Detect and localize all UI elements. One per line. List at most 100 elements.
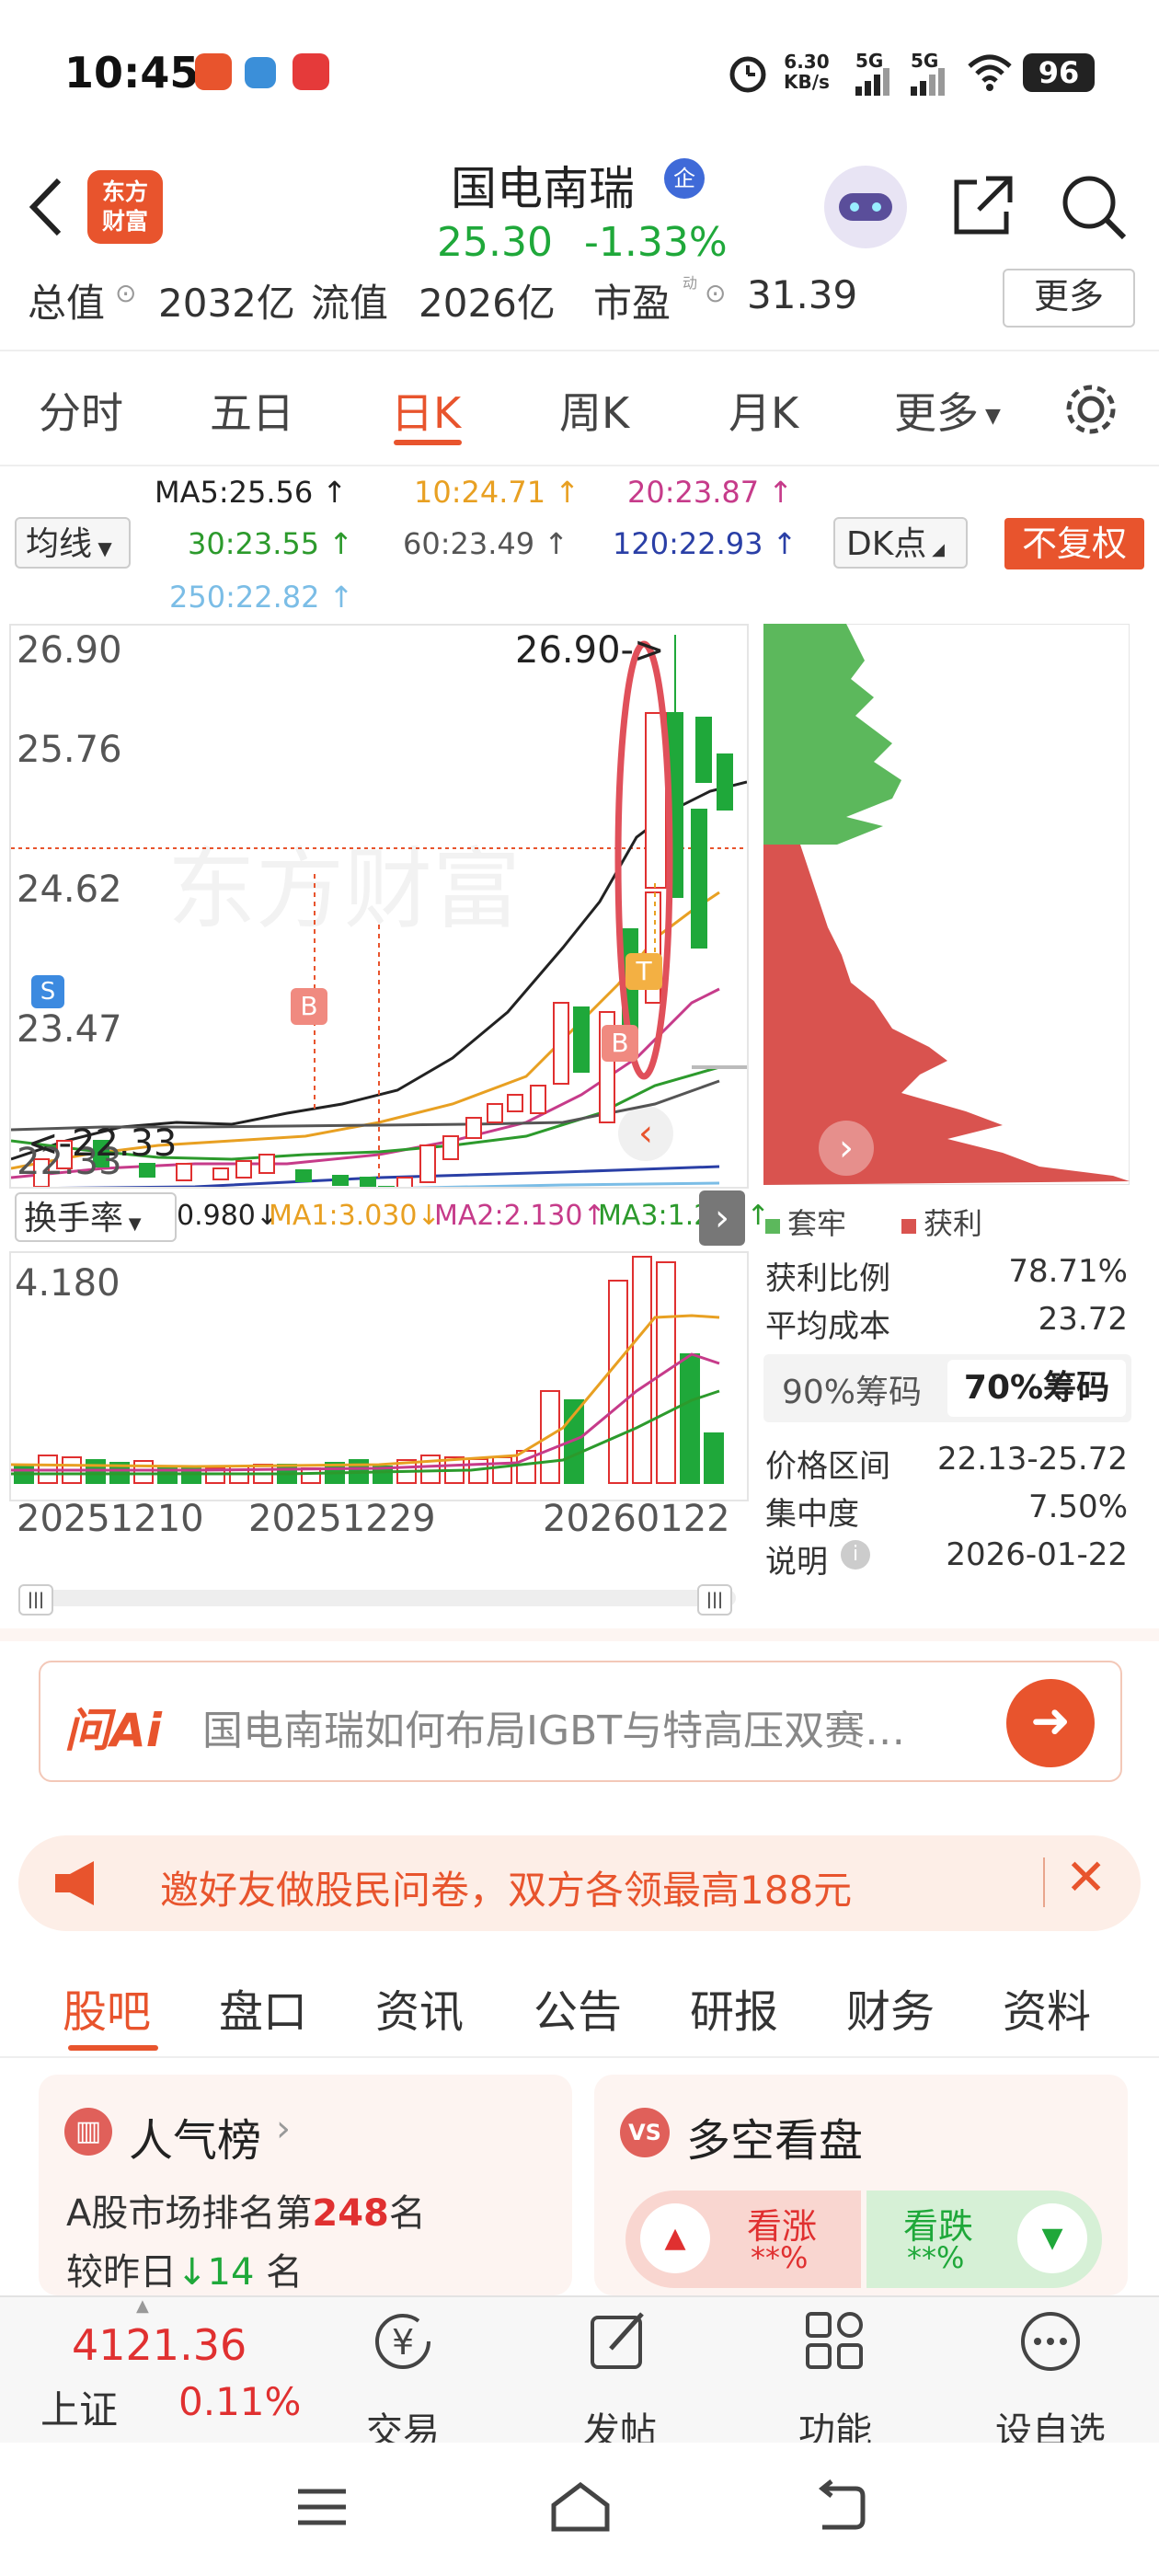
index-name[interactable]: 上证 [40,2379,118,2435]
net-speed: 6.30 KB/s [784,51,830,93]
more-dots-icon[interactable] [1014,2305,1087,2378]
index-change[interactable]: 0.11% [178,2379,301,2424]
divider [0,1628,1159,1641]
tab-orderbook[interactable]: 盘口 [219,1975,307,2040]
volume-value: 0.980↓ [177,1200,280,1232]
bearish-button[interactable]: 看跌 **% ▼ [866,2191,1102,2288]
legend-trapped: 套牢 [765,1201,846,1243]
date-label: 20251210 [17,1498,204,1540]
chip-distribution-chart[interactable]: › ⤡ [763,624,1130,1185]
avg-cost-label: 平均成本 [765,1308,890,1345]
y-axis-label: 23.47 [17,1008,122,1051]
tab-finance[interactable]: 财务 [846,1975,935,2040]
chip-expand-icon[interactable]: ⤡ [1010,1102,1065,1157]
pe-value: 31.39 [747,272,858,317]
tab-five-day[interactable]: 五日 [210,380,294,441]
search-icon[interactable] [1058,171,1131,245]
trade-yen-icon[interactable]: ¥ [366,2305,440,2378]
divider [1043,1857,1045,1907]
tab-forum[interactable]: 股吧 [63,1975,151,2040]
alarm-icon [729,56,766,93]
popularity-title: 人气榜 [129,2115,262,2167]
battery-indicator: 96 [1023,53,1095,92]
tab-profile[interactable]: 资料 [1003,1975,1091,2040]
back-icon[interactable] [809,2479,868,2535]
note-date-value: 2026-01-22 [946,1536,1128,1573]
info-icon: ⊙ [705,278,727,308]
grid-apps-icon[interactable] [798,2305,872,2378]
tab-daily-k[interactable]: 日K [391,380,461,441]
ask-ai-bar[interactable]: 问Ai 国电南瑞如何布局IGBT与特高压双赛… ➜ [39,1661,1122,1782]
kline-chart[interactable]: 东方财富 26.90 25.76 24.62 23.47 22.33 26.90… [9,624,749,1189]
edit-post-icon[interactable] [583,2305,657,2378]
y-axis-label: 26.90 [17,629,122,672]
ai-submit-arrow-icon[interactable]: ➜ [1006,1679,1095,1767]
buy-signal-marker[interactable]: B [291,988,327,1025]
volume-chart[interactable]: 4.180 [9,1251,749,1501]
volume-indicator-selector[interactable]: 换手率 ▼ [15,1192,177,1242]
down-triangle-icon: ▼ [1017,2203,1087,2273]
volume-y-label: 4.180 [15,1262,120,1305]
app-notification-icon [195,53,232,90]
bearish-value: **% [907,2240,965,2275]
y-axis-label: 24.62 [17,868,122,911]
active-tab-indicator [394,440,462,445]
volume-ma2: MA2:2.130↑ [434,1200,606,1232]
ma-selector[interactable]: 均线 ▼ [15,517,131,569]
profit-ratio-value: 78.71% [1008,1253,1128,1290]
tab-announcements[interactable]: 公告 [534,1975,622,2040]
info-icon[interactable]: i [841,1540,870,1570]
more-info-button[interactable]: 更多 [1003,269,1135,328]
chip-70-button[interactable]: 70%筹码 [947,1360,1126,1417]
status-bar: 10:45 6.30 KB/s 5G 5G 96 [0,0,1159,152]
caret-up-icon: ▲ [136,2296,149,2316]
stock-info-bar: 总值 ⊙ 2032亿 流值 2026亿 市盈 动 ⊙ 31.39 [0,267,1159,351]
settings-gear-icon[interactable] [1061,380,1120,439]
range-handle-right[interactable]: ||| [697,1584,732,1616]
tab-monthly-k[interactable]: 月K [729,380,798,441]
note-label: 说明 [765,1544,828,1581]
tab-research[interactable]: 研报 [690,1975,778,2040]
chevron-right-icon[interactable]: › [276,2108,291,2150]
period-tabs: 分时 五日 日K 周K 月K 更多 ▼ [0,354,1159,466]
system-nav-bar [0,2443,1159,2576]
home-icon[interactable] [548,2479,613,2535]
t-signal-marker[interactable]: T [625,953,662,990]
wifi-icon [968,54,1012,91]
ma10-label: 10:24.71 ↑ [414,475,580,510]
rank-change: 较昨日↓14 名 [66,2251,304,2294]
bullish-button[interactable]: ▲ 看涨 **% [625,2191,861,2288]
menu-icon[interactable] [294,2484,350,2530]
sentiment-title: 多空看盘 [686,2115,864,2167]
sentiment-card[interactable]: VS 多空看盘 ▲ 看涨 **% 看跌 **% ▼ [594,2075,1128,2295]
total-value: 2032亿 [158,281,295,326]
range-handle-left[interactable]: ||| [18,1584,53,1616]
index-value[interactable]: 4121.36 [72,2320,247,2370]
megaphone-icon [55,1861,94,1905]
close-icon[interactable]: ✕ [1065,1848,1107,1906]
tab-news[interactable]: 资讯 [375,1975,464,2040]
tab-more[interactable]: 更多 ▼ [894,380,1001,441]
range-scrollbar[interactable] [18,1590,736,1606]
stock-name: 国电南瑞 [451,162,635,215]
popularity-card[interactable]: ▥ 人气榜 › A股市场排名第248名 较昨日↓14 名 [39,2075,572,2295]
chip-90-button[interactable]: 90%筹码 [782,1365,922,1413]
sell-signal-marker[interactable]: S [31,975,64,1008]
price-adjust-button[interactable]: 不复权 [1004,518,1144,569]
tab-weekly-k[interactable]: 周K [559,380,629,441]
buy-signal-marker[interactable]: B [602,1025,638,1062]
chart-bars-icon: ▥ [64,2108,112,2156]
back-arrow-icon[interactable] [26,175,66,239]
tab-minute[interactable]: 分时 [39,380,123,441]
share-icon[interactable] [949,171,1017,239]
app-logo[interactable]: 东方 财富 [87,170,163,244]
ai-prompt-text[interactable]: 国电南瑞如何布局IGBT与特高压双赛… [202,1697,905,1756]
survey-banner[interactable]: 邀好友做股民问卷，双方各领最高188元 ✕ [18,1835,1141,1931]
chip-prev-icon[interactable]: › [819,1121,874,1176]
chart-scroll-left-icon[interactable]: ‹ [618,1106,673,1161]
high-price-marker: 26.90-> [515,629,665,672]
dk-point-selector[interactable]: DK点 ◢ [833,517,968,569]
watermark: 东方财富 [167,838,521,941]
robot-avatar-icon[interactable] [824,166,907,248]
expand-panel-icon[interactable]: › [699,1190,745,1246]
